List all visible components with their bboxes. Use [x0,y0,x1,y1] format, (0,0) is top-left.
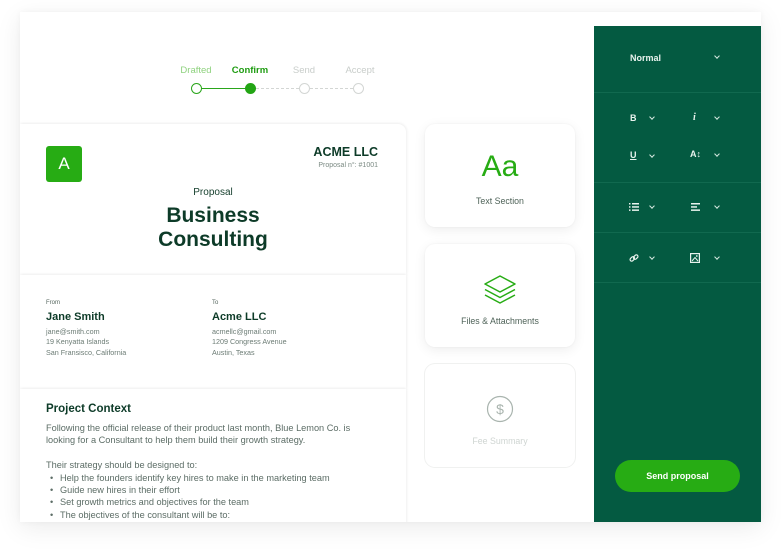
stepper-line-pending [256,88,304,89]
stepper-line-pending [310,88,358,89]
image-icon [690,253,700,263]
chevron-down-icon[interactable] [649,114,655,120]
from-name: Jane Smith [46,311,105,323]
italic-button[interactable]: i [693,112,696,123]
to-party: To Acme LLC acmellc@gmail.com 1209 Congr… [212,300,287,358]
fee-summary-label: Fee Summary [472,436,528,446]
link-icon [629,254,639,262]
step-accept-label[interactable]: Accept [330,65,390,76]
files-attachments-block[interactable]: Files & Attachments [425,244,575,347]
dollar-circle-icon: $ [486,392,514,426]
step-send-dot[interactable] [298,83,310,94]
to-email: acmellc@gmail.com [212,327,277,336]
progress-stepper: Drafted Confirm Send Accept [20,12,594,124]
from-address1: 19 Kenyatta Islands [46,337,110,347]
proposal-document: A ACME LLC Proposal n°: #1001 Proposal B… [20,124,406,522]
to-address1: 1209 Congress Avenue [212,337,287,347]
align-button[interactable] [691,203,700,211]
toolbar-row-format: B i U A↕ [594,93,761,183]
from-label: From [46,300,60,306]
layers-icon [483,272,517,306]
send-proposal-button[interactable]: Send proposal [615,460,740,492]
from-email: jane@smith.com [46,327,100,336]
text-style-value: Normal [630,53,662,63]
align-left-icon [691,203,700,211]
font-size-icon: A↕ [690,149,701,159]
text-section-label: Text Section [476,196,524,206]
context-paragraph: Following the official release of their … [46,423,351,446]
underline-button[interactable]: U [630,150,637,160]
formatting-toolbar: Normal B i U A↕ Send proposal [594,26,761,522]
toolbar-row-style: Normal [594,26,761,93]
fee-summary-block[interactable]: $ Fee Summary [425,364,575,467]
image-button[interactable] [690,253,700,263]
to-name: Acme LLC [212,311,267,323]
bulleted-list-icon [629,203,639,211]
svg-text:$: $ [496,401,504,417]
files-attachments-label: Files & Attachments [461,316,539,326]
underline-icon: U [630,150,637,160]
chevron-down-icon[interactable] [714,114,720,120]
context-list-intro: Their strategy should be designed to: [46,460,198,471]
list-button[interactable] [629,203,639,211]
from-party: From Jane Smith jane@smith.com 19 Kenyat… [46,300,126,358]
bold-button[interactable]: B [630,113,637,123]
chevron-down-icon[interactable] [649,152,655,158]
step-confirm-dot[interactable] [244,83,256,94]
step-drafted-label[interactable]: Drafted [166,65,226,76]
bold-icon: B [630,113,637,123]
document-kicker: Proposal [193,187,233,198]
toolbar-row-insert [594,233,761,283]
chevron-down-icon[interactable] [714,53,720,59]
company-logo: A [46,146,82,182]
chevron-down-icon[interactable] [649,203,655,209]
context-title: Project Context [46,403,131,415]
italic-icon: i [693,112,696,123]
text-style-dropdown[interactable]: Normal [630,53,661,63]
context-bullets: Help the founders identify key hires to … [46,472,376,522]
context-bullet: Help the founders identify key hires to … [50,472,376,485]
toolbar-row-paragraph [594,183,761,233]
from-address2: San Fransisco, California [46,347,127,357]
project-context-section[interactable]: Project Context Following the official r… [20,389,406,522]
step-confirm-label[interactable]: Confirm [220,65,280,76]
font-size-button[interactable]: A↕ [690,149,701,159]
chevron-down-icon[interactable] [714,151,720,157]
context-bullet: The objectives of the consultant will be… [50,509,376,522]
text-aa-icon: Aa [481,150,519,183]
parties-section[interactable]: From Jane Smith jane@smith.com 19 Kenyat… [20,275,406,389]
document-title-line2: Consulting [158,228,268,251]
step-send-label[interactable]: Send [274,65,334,76]
document-title-line1: Business [166,204,260,227]
text-section-block[interactable]: Aa Text Section [425,124,575,227]
proposal-number: Proposal n°: #1001 [318,162,378,169]
company-name: ACME LLC [313,145,378,159]
document-header-section[interactable]: A ACME LLC Proposal n°: #1001 Proposal B… [20,124,406,275]
chevron-down-icon[interactable] [714,254,720,260]
link-button[interactable] [629,253,639,263]
context-bullet: Set growth metrics and objectives for th… [50,496,376,509]
step-accept-dot[interactable] [352,83,364,94]
proposal-editor: Drafted Confirm Send Accept A ACME LLC P… [20,12,761,522]
step-drafted-dot[interactable] [190,83,202,94]
stepper-line-complete [201,88,250,89]
context-body: Following the official release of their … [46,422,376,522]
to-label: To [212,300,219,306]
chevron-down-icon[interactable] [649,254,655,260]
chevron-down-icon[interactable] [714,203,720,209]
to-address2: Austin, Texas [212,347,255,357]
document-title: Business Consulting [20,204,406,252]
context-bullet: Guide new hires in their effort [50,484,376,497]
